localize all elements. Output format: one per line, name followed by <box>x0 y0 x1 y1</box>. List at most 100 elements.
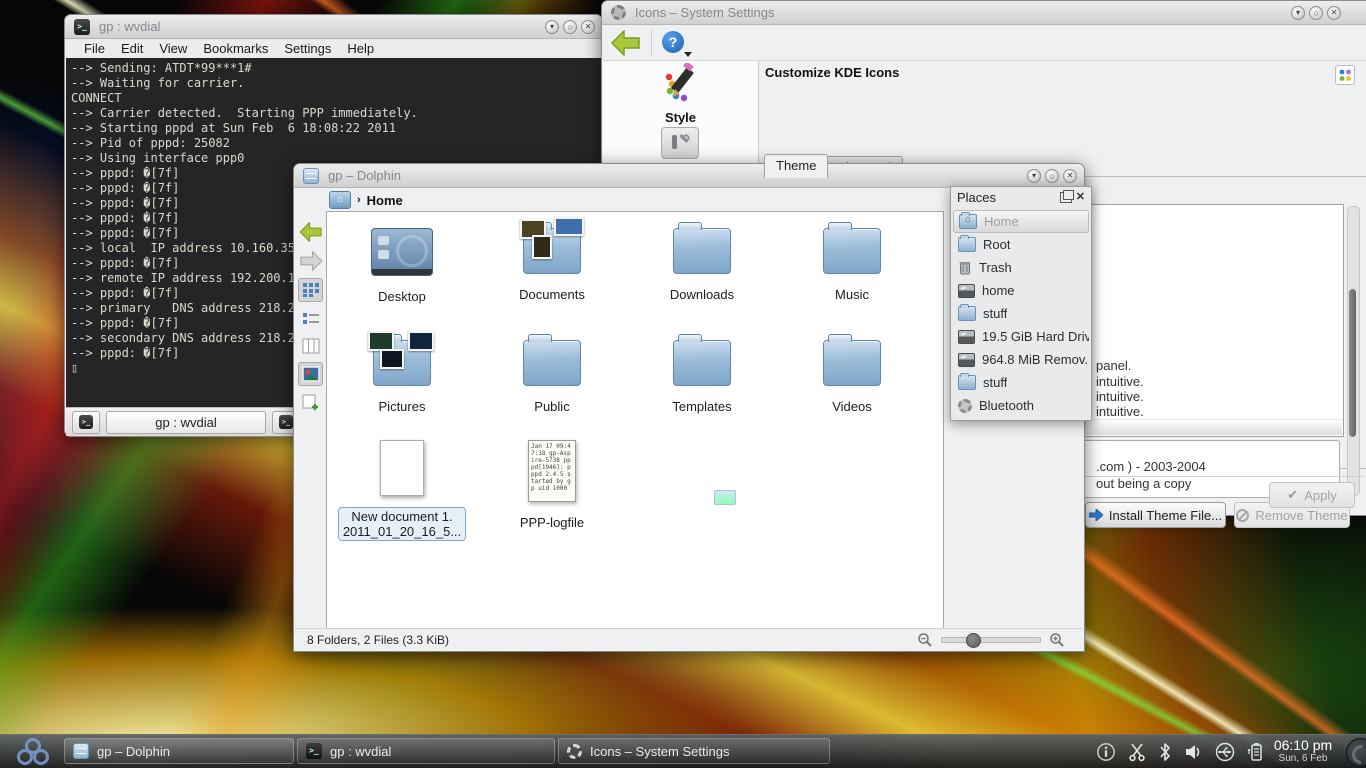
home-folder-icon[interactable]: ⌂ <box>329 191 351 209</box>
places-item-trash[interactable]: Trash <box>953 256 1089 279</box>
zoom-in-icon[interactable] <box>1049 632 1065 648</box>
close-icon[interactable]: ✕ <box>1076 192 1085 203</box>
sidebar-item-style[interactable]: Style <box>603 63 758 125</box>
breadcrumb-home[interactable]: Home <box>367 193 403 208</box>
new-tab-button[interactable]: >_ <box>72 411 100 434</box>
folder-icon <box>958 375 976 390</box>
menu-edit[interactable]: Edit <box>113 41 151 56</box>
konsole-window-buttons <box>545 20 595 34</box>
notifications-info-icon[interactable] <box>1096 742 1116 762</box>
file-item-new-document[interactable]: New document 1. 2011_01_20_16_5... <box>327 440 477 541</box>
folder-icon <box>673 340 731 386</box>
install-theme-button[interactable]: Install Theme File... <box>1085 502 1226 528</box>
menu-help[interactable]: Help <box>339 41 382 56</box>
columns-view-button[interactable] <box>298 334 323 358</box>
split-view-button[interactable] <box>298 390 323 414</box>
system-settings-titlebar[interactable]: Icons – System Settings <box>602 1 1366 25</box>
menu-view[interactable]: View <box>151 41 195 56</box>
file-label: Videos <box>777 399 927 414</box>
battery-icon[interactable] <box>1247 741 1265 763</box>
places-item-hard-drive[interactable]: 19.5 GiB Hard Drive <box>953 325 1089 348</box>
bluetooth-icon <box>958 399 972 413</box>
menu-bookmarks[interactable]: Bookmarks <box>195 41 276 56</box>
zoom-slider[interactable] <box>941 637 1041 643</box>
system-settings-toolbar: ? <box>603 25 1366 61</box>
konsole-window-title: gp : wvdial <box>99 19 160 34</box>
task-label: gp – Dolphin <box>97 744 170 759</box>
file-label: Desktop <box>327 289 477 304</box>
konsole-titlebar[interactable]: >_ gp : wvdial <box>65 15 602 39</box>
digital-clock[interactable]: 06:10 pm Sun, 6 Feb <box>1266 737 1340 764</box>
file-manager-icon <box>73 743 89 759</box>
places-header[interactable]: Places ✕ <box>951 187 1091 208</box>
konsole-tab[interactable]: gp : wvdial <box>106 411 266 434</box>
file-manager-icon <box>303 168 319 184</box>
forward-button[interactable] <box>298 249 323 273</box>
file-item-public[interactable]: Public <box>477 340 627 414</box>
close-button[interactable] <box>1063 169 1077 183</box>
close-button[interactable] <box>1327 6 1341 20</box>
help-icon: ? <box>662 31 684 53</box>
dock-float-icon[interactable] <box>1060 192 1072 203</box>
panel-toolbox-cashew-icon[interactable] <box>1346 738 1366 767</box>
file-item-ppp-logfile[interactable]: Jan 17 09:47:18 gp-Aspire-5738 pppd[1946… <box>477 440 627 530</box>
apply-button[interactable]: ✔ Apply <box>1269 482 1355 508</box>
maximize-button[interactable] <box>1045 169 1059 183</box>
zoom-out-icon[interactable] <box>917 632 933 648</box>
desktop-folder-icon <box>371 228 433 276</box>
tools-icon <box>669 133 691 153</box>
theme-description-fragment: out being a copy <box>1096 476 1191 491</box>
dolphin-titlebar[interactable]: gp – Dolphin <box>294 164 1084 188</box>
menu-settings[interactable]: Settings <box>276 41 339 56</box>
overview-grid-icon[interactable] <box>1335 65 1355 85</box>
maximize-button[interactable] <box>1309 6 1323 20</box>
sidebar-item-tools[interactable] <box>661 127 699 159</box>
places-item-stuff2[interactable]: stuff <box>953 371 1089 394</box>
file-label: Pictures <box>327 399 477 414</box>
places-item-home[interactable]: Home <box>953 210 1089 233</box>
file-item-music[interactable]: Music <box>777 228 927 302</box>
usb-device-icon[interactable] <box>1214 742 1236 762</box>
tab-theme[interactable]: Theme <box>764 154 828 178</box>
file-item-videos[interactable]: Videos <box>777 340 927 414</box>
clock-time: 06:10 pm <box>1266 737 1340 753</box>
file-item-documents[interactable]: Documents <box>477 228 627 302</box>
folder-icon <box>523 340 581 386</box>
zoom-slider-handle[interactable] <box>966 633 981 648</box>
places-item-bluetooth[interactable]: Bluetooth <box>953 394 1089 417</box>
scrollbar-thumb[interactable] <box>1349 289 1356 437</box>
launcher-button[interactable] <box>13 737 53 767</box>
style-pencil-icon <box>660 63 702 103</box>
task-dolphin[interactable]: gp – Dolphin <box>64 738 294 764</box>
file-item-desktop[interactable]: Desktop <box>327 228 477 304</box>
minimize-button[interactable] <box>1027 169 1041 183</box>
places-item-root[interactable]: Root <box>953 233 1089 256</box>
minimize-button[interactable] <box>545 20 559 34</box>
file-item-templates[interactable]: Templates <box>627 340 777 414</box>
back-button[interactable] <box>611 30 641 56</box>
volume-icon[interactable] <box>1183 742 1203 762</box>
close-button[interactable] <box>581 20 595 34</box>
details-view-button[interactable] <box>298 307 323 331</box>
file-item-downloads[interactable]: Downloads <box>627 228 777 302</box>
preview-toggle-button[interactable] <box>298 362 323 386</box>
bluetooth-icon[interactable] <box>1158 742 1172 762</box>
maximize-button[interactable] <box>563 20 577 34</box>
hard-drive-icon <box>958 330 975 344</box>
back-button[interactable] <box>298 220 323 244</box>
places-item-home-partition[interactable]: home <box>953 279 1089 302</box>
places-item-stuff[interactable]: stuff <box>953 302 1089 325</box>
konsole-menubar: File Edit View Bookmarks Settings Help <box>66 39 601 59</box>
icons-view-button[interactable] <box>298 278 323 302</box>
task-konsole[interactable]: >_ gp : wvdial <box>297 738 555 764</box>
help-button[interactable]: ? <box>662 31 686 55</box>
places-item-removable[interactable]: 964.8 MiB Remov... <box>953 348 1089 371</box>
file-item-pictures[interactable]: Pictures <box>327 340 477 414</box>
dolphin-file-view[interactable]: Desktop Documents Downloads Music <box>326 211 944 629</box>
theme-list-scrollbar[interactable] <box>1347 206 1360 496</box>
task-system-settings[interactable]: Icons – System Settings <box>558 738 830 764</box>
terminal-icon: >_ <box>306 743 322 759</box>
klipper-scissors-icon[interactable] <box>1127 742 1147 762</box>
minimize-button[interactable] <box>1291 6 1305 20</box>
menu-file[interactable]: File <box>76 41 113 56</box>
